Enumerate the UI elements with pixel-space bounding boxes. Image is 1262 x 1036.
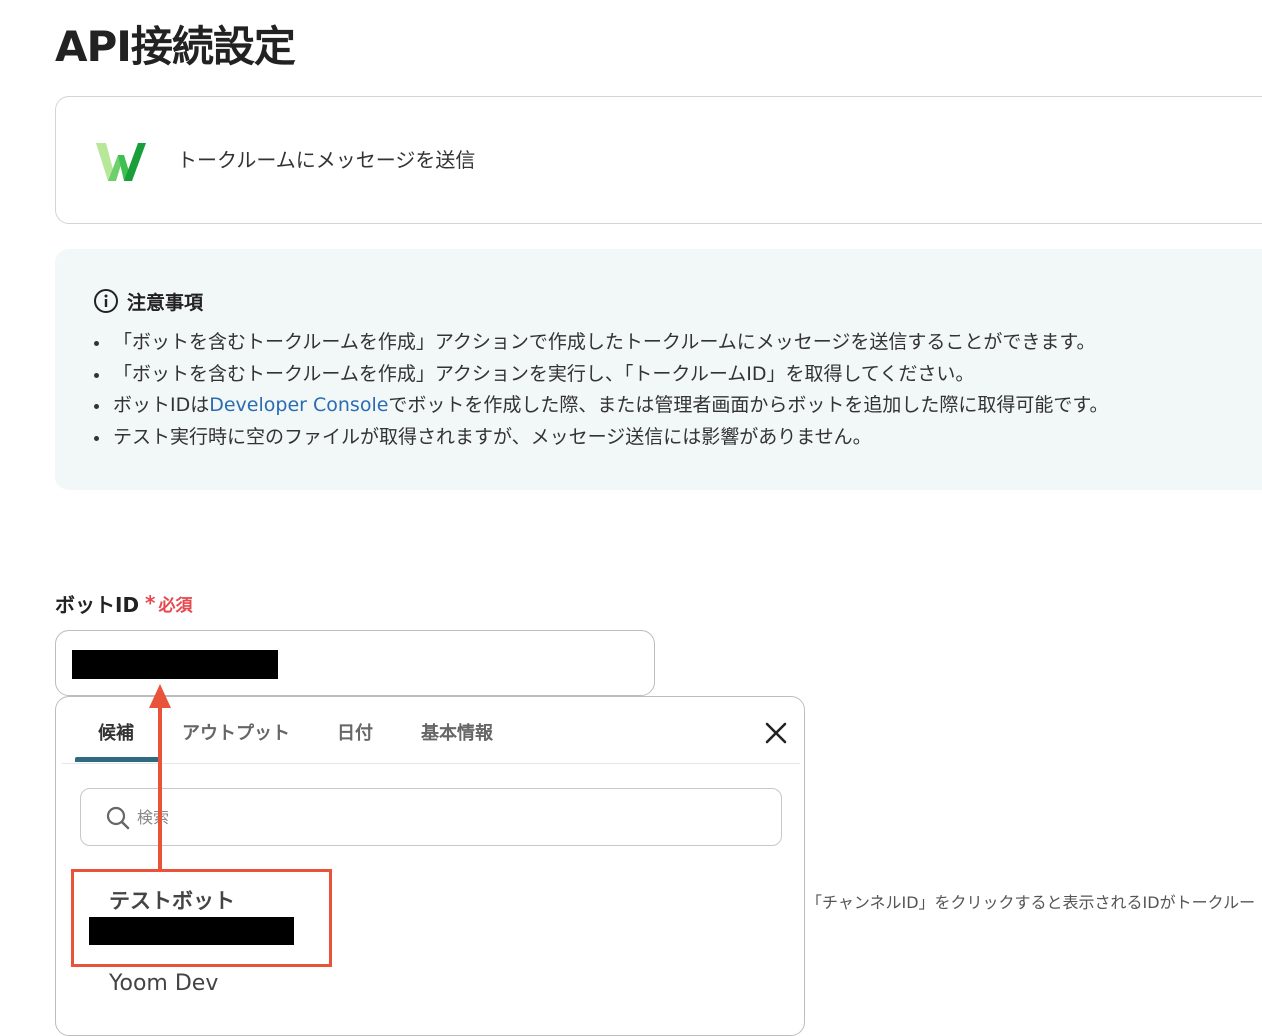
search-icon <box>106 806 130 830</box>
candidate-name: テストボット <box>109 889 235 913</box>
redacted-value <box>72 650 278 679</box>
redacted-bot-id <box>89 917 294 945</box>
required-star: * <box>145 591 156 615</box>
tab-output[interactable]: アウトプット <box>182 719 290 745</box>
search-box <box>80 788 782 846</box>
action-title: トークルームにメッセージを送信 <box>177 148 476 172</box>
notice-header: 注意事項 <box>93 287 203 315</box>
page-title: API接続設定 <box>55 22 296 71</box>
search-input[interactable] <box>137 799 757 835</box>
tab-candidates[interactable]: 候補 <box>98 719 134 745</box>
notice-box: 注意事項 「ボットを含むトークルームを作成」アクションで作成したトークルームにメ… <box>55 249 1262 490</box>
tab-bar: 候補 アウトプット 日付 基本情報 <box>62 697 800 764</box>
candidate-item-test-bot[interactable]: テストボット <box>76 873 776 949</box>
tab-basic-info[interactable]: 基本情報 <box>421 719 493 745</box>
notice-item: 「ボットを含むトークルームを作成」アクションを実行し、「トークルームID」を取得… <box>93 359 1109 391</box>
bot-id-label: ボットID <box>55 592 140 617</box>
notice-item: 「ボットを含むトークルームを作成」アクションで作成したトークルームにメッセージを… <box>93 327 1109 359</box>
bot-id-label-row: ボットID * 必須 <box>55 587 193 619</box>
tab-date[interactable]: 日付 <box>337 719 373 745</box>
help-text: 「チャンネルID」をクリックすると表示されるIDがトークルー <box>806 893 1256 912</box>
notice-item: テスト実行時に空のファイルが取得されますが、メッセージ送信には影響がありません。 <box>93 422 1109 454</box>
info-icon <box>94 289 118 313</box>
required-text: 必須 <box>158 595 193 616</box>
candidate-item-yoom-dev[interactable]: Yoom Dev <box>76 965 776 1009</box>
candidate-dropdown: 候補 アウトプット 日付 基本情報 テストボット Yoom Dev <box>55 696 805 1036</box>
notice-item-prefix: ボットIDは <box>113 394 210 416</box>
action-card: トークルームにメッセージを送信 <box>55 96 1262 224</box>
active-tab-indicator <box>75 757 159 762</box>
notice-list: 「ボットを含むトークルームを作成」アクションで作成したトークルームにメッセージを… <box>93 327 1109 453</box>
developer-console-link[interactable]: Developer Console <box>209 394 388 416</box>
notice-item-suffix: でボットを作成した際、または管理者画面からボットを追加した際に取得可能です。 <box>388 394 1109 416</box>
notice-item: ボットIDはDeveloper Consoleでボットを作成した際、または管理者… <box>93 390 1109 422</box>
notice-title: 注意事項 <box>127 291 204 314</box>
bot-id-field[interactable] <box>55 630 655 696</box>
close-icon[interactable] <box>762 719 790 747</box>
line-works-logo-icon <box>96 143 146 181</box>
candidate-name: Yoom Dev <box>109 971 219 996</box>
